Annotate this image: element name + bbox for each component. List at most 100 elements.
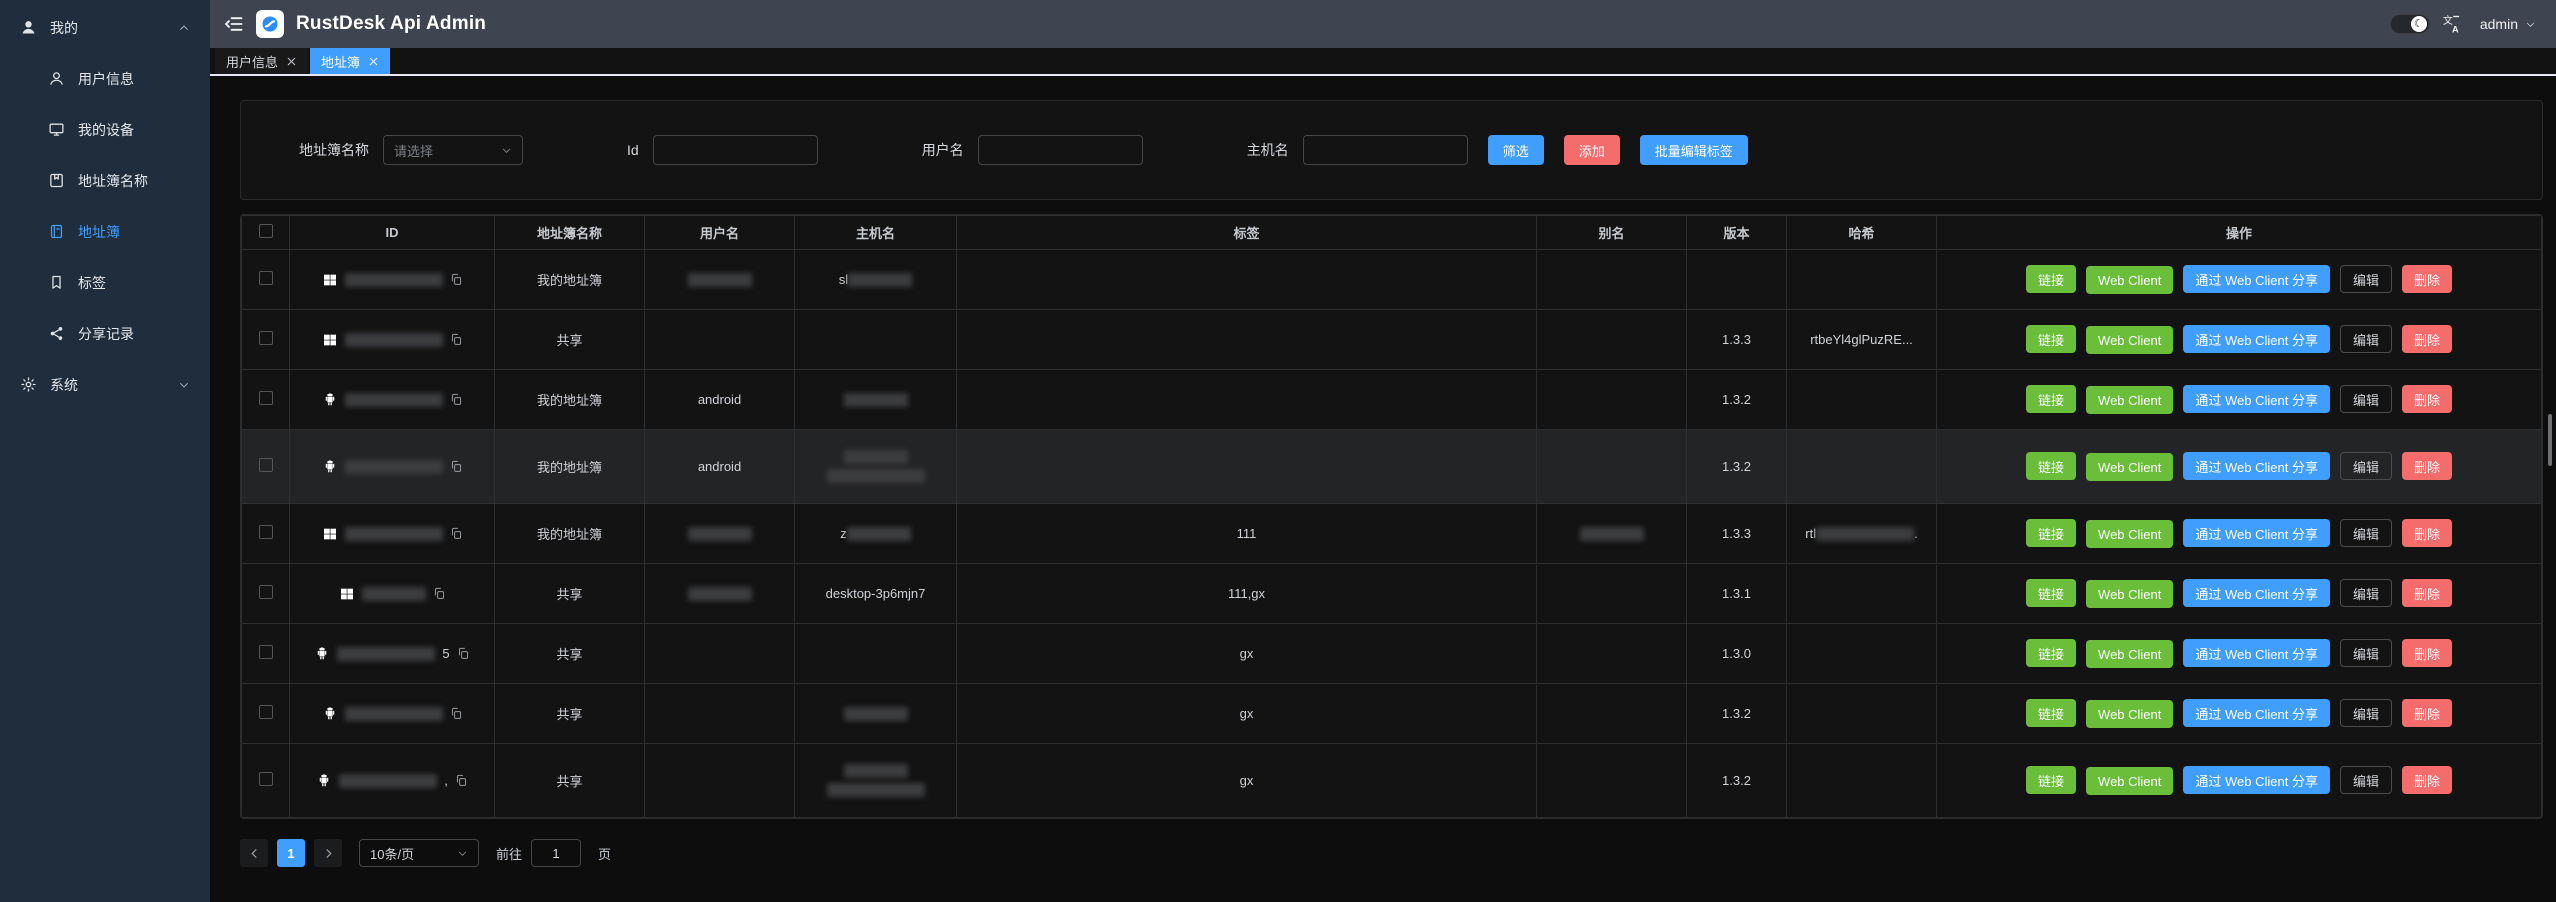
hostname-cell: desktop-3p6mjn7: [795, 564, 957, 624]
edit-button[interactable]: 编辑: [2340, 452, 2392, 480]
row-checkbox[interactable]: [259, 458, 273, 472]
sidebar-item-user[interactable]: 用户信息: [0, 53, 210, 104]
sidebar-group-mine[interactable]: 我的: [0, 2, 210, 53]
delete-button[interactable]: 删除: [2402, 519, 2452, 547]
alias-cell: [1537, 370, 1687, 430]
address-book-name-cell: 我的地址簿: [495, 370, 645, 430]
add-button[interactable]: 添加: [1564, 135, 1620, 165]
web-client-button[interactable]: Web Client: [2086, 453, 2173, 481]
copy-icon[interactable]: [450, 707, 463, 720]
link-button[interactable]: 链接: [2026, 766, 2076, 794]
language-icon[interactable]: 文A: [2442, 14, 2462, 34]
delete-button[interactable]: 删除: [2402, 265, 2452, 293]
row-checkbox[interactable]: [259, 645, 273, 659]
copy-icon[interactable]: [455, 774, 468, 787]
link-button[interactable]: 链接: [2026, 519, 2076, 547]
web-client-button[interactable]: Web Client: [2086, 767, 2173, 795]
copy-icon[interactable]: [433, 587, 446, 600]
id-input[interactable]: [653, 135, 818, 165]
row-checkbox[interactable]: [259, 772, 273, 786]
sidebar-item-address-book[interactable]: 地址簿: [0, 206, 210, 257]
delete-button[interactable]: 删除: [2402, 452, 2452, 480]
goto-page-input[interactable]: [531, 839, 581, 867]
filter-panel: 地址簿名称 请选择 Id 用户名 主机名 筛选 添加 批量编辑标签: [240, 100, 2543, 200]
web-client-button[interactable]: Web Client: [2086, 266, 2173, 294]
share-web-client-button[interactable]: 通过 Web Client 分享: [2183, 766, 2330, 794]
row-checkbox[interactable]: [259, 705, 273, 719]
web-client-button[interactable]: Web Client: [2086, 386, 2173, 414]
sidebar-item-monitor[interactable]: 我的设备: [0, 104, 210, 155]
sidebar-item-share[interactable]: 分享记录: [0, 308, 210, 359]
copy-icon[interactable]: [457, 647, 470, 660]
delete-button[interactable]: 删除: [2402, 385, 2452, 413]
share-web-client-button[interactable]: 通过 Web Client 分享: [2183, 579, 2330, 607]
close-tab-icon[interactable]: [286, 56, 297, 67]
next-page-button[interactable]: [314, 839, 342, 867]
web-client-button[interactable]: Web Client: [2086, 640, 2173, 668]
user-menu[interactable]: admin: [2480, 16, 2536, 32]
page-size-select[interactable]: 10条/页: [359, 839, 479, 867]
web-client-button[interactable]: Web Client: [2086, 520, 2173, 548]
link-button[interactable]: 链接: [2026, 699, 2076, 727]
copy-icon[interactable]: [450, 460, 463, 473]
share-web-client-button[interactable]: 通过 Web Client 分享: [2183, 325, 2330, 353]
row-checkbox[interactable]: [259, 331, 273, 345]
address-book-table-card: ID地址簿名称用户名主机名标签别名版本哈希操作 我的地址簿sl链接Web Cli…: [240, 214, 2543, 819]
filter-button[interactable]: 筛选: [1488, 135, 1544, 165]
select-all-checkbox[interactable]: [259, 224, 273, 238]
copy-icon[interactable]: [450, 333, 463, 346]
edit-button[interactable]: 编辑: [2340, 766, 2392, 794]
row-checkbox[interactable]: [259, 271, 273, 285]
edit-button[interactable]: 编辑: [2340, 579, 2392, 607]
username-input[interactable]: [978, 135, 1143, 165]
edit-button[interactable]: 编辑: [2340, 639, 2392, 667]
copy-icon[interactable]: [450, 273, 463, 286]
batch-edit-tags-button[interactable]: 批量编辑标签: [1640, 135, 1748, 165]
copy-icon[interactable]: [450, 393, 463, 406]
link-button[interactable]: 链接: [2026, 452, 2076, 480]
share-web-client-button[interactable]: 通过 Web Client 分享: [2183, 385, 2330, 413]
dark-mode-toggle[interactable]: ☾: [2390, 14, 2430, 34]
fold-menu-icon[interactable]: [224, 14, 244, 34]
book-name-select[interactable]: 请选择: [383, 135, 523, 165]
delete-button[interactable]: 删除: [2402, 639, 2452, 667]
scrollbar-thumb[interactable]: [2548, 414, 2552, 466]
share-web-client-button[interactable]: 通过 Web Client 分享: [2183, 265, 2330, 293]
copy-icon[interactable]: [450, 527, 463, 540]
delete-button[interactable]: 删除: [2402, 325, 2452, 353]
hostname-input[interactable]: [1303, 135, 1468, 165]
delete-button[interactable]: 删除: [2402, 766, 2452, 794]
delete-button[interactable]: 删除: [2402, 699, 2452, 727]
tab-inactive[interactable]: 用户信息: [215, 48, 308, 74]
share-web-client-button[interactable]: 通过 Web Client 分享: [2183, 452, 2330, 480]
share-web-client-button[interactable]: 通过 Web Client 分享: [2183, 639, 2330, 667]
web-client-button[interactable]: Web Client: [2086, 580, 2173, 608]
close-tab-icon[interactable]: [368, 56, 379, 67]
web-client-button[interactable]: Web Client: [2086, 700, 2173, 728]
row-checkbox[interactable]: [259, 525, 273, 539]
share-web-client-button[interactable]: 通过 Web Client 分享: [2183, 699, 2330, 727]
sidebar-item-address-book-name[interactable]: 地址簿名称: [0, 155, 210, 206]
edit-button[interactable]: 编辑: [2340, 699, 2392, 727]
page-1-button[interactable]: 1: [277, 839, 305, 867]
edit-button[interactable]: 编辑: [2340, 265, 2392, 293]
web-client-button[interactable]: Web Client: [2086, 326, 2173, 354]
delete-button[interactable]: 删除: [2402, 579, 2452, 607]
edit-button[interactable]: 编辑: [2340, 325, 2392, 353]
edit-button[interactable]: 编辑: [2340, 385, 2392, 413]
row-checkbox[interactable]: [259, 391, 273, 405]
link-button[interactable]: 链接: [2026, 639, 2076, 667]
tab-active[interactable]: 地址簿: [310, 48, 390, 74]
tab-label: 用户信息: [226, 52, 278, 71]
row-checkbox[interactable]: [259, 585, 273, 599]
link-button[interactable]: 链接: [2026, 579, 2076, 607]
link-button[interactable]: 链接: [2026, 325, 2076, 353]
username-label: 用户名: [922, 140, 964, 160]
sidebar-item-tag[interactable]: 标签: [0, 257, 210, 308]
edit-button[interactable]: 编辑: [2340, 519, 2392, 547]
prev-page-button[interactable]: [240, 839, 268, 867]
link-button[interactable]: 链接: [2026, 265, 2076, 293]
link-button[interactable]: 链接: [2026, 385, 2076, 413]
sidebar-group-system[interactable]: 系统: [0, 359, 210, 410]
share-web-client-button[interactable]: 通过 Web Client 分享: [2183, 519, 2330, 547]
